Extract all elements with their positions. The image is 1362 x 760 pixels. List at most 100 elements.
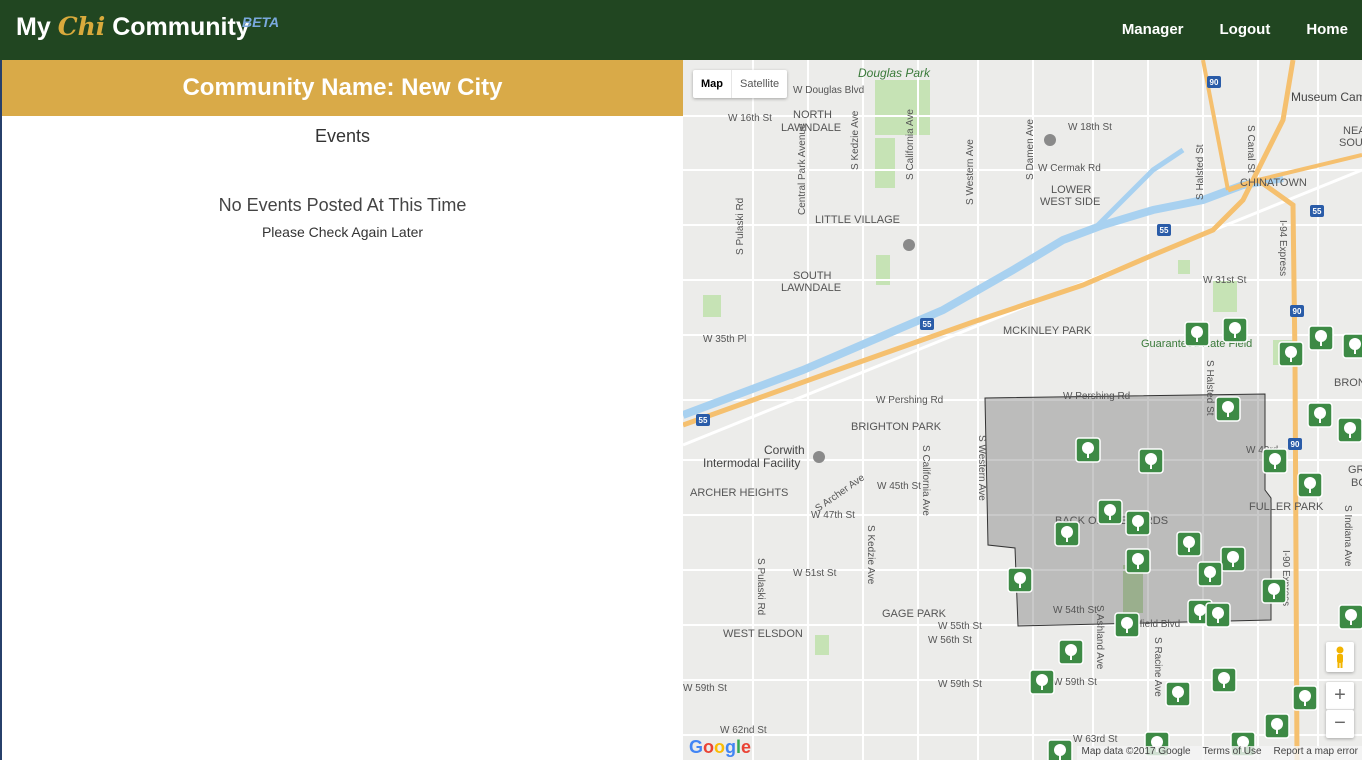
tree-marker-icon[interactable] (1264, 713, 1290, 739)
check-again-message: Please Check Again Later (261, 224, 424, 240)
nav-home[interactable]: Home (1306, 21, 1348, 38)
label-fuller-park: FULLER PARK (1249, 501, 1324, 513)
tree-marker-icon[interactable] (1308, 325, 1334, 351)
label-damen: S Damen Ave (1025, 119, 1036, 180)
label-pulaski: S Pulaski Rd (735, 198, 746, 255)
label-indiana: S Indiana Ave (1342, 505, 1353, 567)
museum-icon[interactable] (1044, 134, 1056, 146)
label-63rd: W 63rd St (1073, 734, 1118, 745)
label-west-side: WEST SIDE (1040, 196, 1100, 208)
tree-marker-icon[interactable] (1029, 669, 1055, 695)
tree-marker-icon[interactable] (1184, 321, 1210, 347)
label-gra: GRA (1348, 464, 1362, 476)
park-area (1178, 260, 1190, 274)
community-title: Community Name: New City (182, 74, 503, 101)
river (683, 174, 1284, 419)
tree-markers[interactable] (1007, 317, 1362, 760)
tree-marker-icon[interactable] (1262, 448, 1288, 474)
museum-icon[interactable] (903, 239, 915, 251)
tree-marker-icon[interactable] (1047, 739, 1073, 760)
label-i94-express: I-94 Express (1277, 220, 1288, 276)
label-south-east: SOUTH (1339, 137, 1362, 149)
zoom-out-button[interactable]: − (1326, 710, 1354, 738)
tree-marker-icon[interactable] (1222, 317, 1248, 343)
tree-marker-icon[interactable] (1205, 602, 1231, 628)
i55-expressway (683, 60, 1296, 428)
label-bou: BOU (1351, 477, 1362, 489)
poi-icon[interactable] (813, 451, 825, 463)
tree-marker-icon[interactable] (1058, 639, 1084, 665)
label-pershing-e: W Pershing Rd (1063, 391, 1130, 402)
label-museum: Museum Camp (1291, 90, 1362, 104)
label-56th: W 56th St (928, 635, 972, 646)
tree-marker-icon[interactable] (1075, 437, 1101, 463)
label-south-lawndale: LAWNDALE (781, 282, 841, 294)
tree-marker-icon[interactable] (1125, 510, 1151, 536)
zoom-in-button[interactable]: + (1326, 682, 1354, 710)
label-south: SOUTH (793, 270, 832, 282)
tree-marker-icon[interactable] (1165, 681, 1191, 707)
tree-marker-icon[interactable] (1307, 402, 1333, 428)
label-47th: W 47th St (811, 510, 855, 521)
label-lower: LOWER (1051, 184, 1091, 196)
report-error-link[interactable]: Report a map error (1274, 746, 1358, 760)
tree-marker-icon[interactable] (1220, 546, 1246, 572)
nav-manager[interactable]: Manager (1122, 21, 1184, 38)
label-31st: W 31st St (1203, 275, 1247, 286)
shield-90-north: 90 (1207, 76, 1221, 88)
tree-marker-icon[interactable] (1176, 531, 1202, 557)
google-logo[interactable]: Google (689, 737, 751, 758)
label-central-park: Central Park Avenue (797, 123, 808, 215)
shield-55-b: 55 (1310, 205, 1324, 217)
svg-text:90: 90 (1291, 440, 1300, 449)
tree-marker-icon[interactable] (1097, 499, 1123, 525)
label-lawndale: LAWNDALE (781, 122, 841, 134)
tree-marker-icon[interactable] (1215, 396, 1241, 422)
tree-marker-icon[interactable] (1278, 341, 1304, 367)
label-california: S California Ave (905, 109, 916, 180)
tree-marker-icon[interactable] (1138, 448, 1164, 474)
shield-55-d: 55 (696, 414, 710, 426)
label-59th-w: W 59th St (683, 683, 727, 694)
terms-link[interactable]: Terms of Use (1203, 746, 1262, 760)
label-54th: W 54th St (1053, 605, 1097, 616)
label-59th-c: W 59th St (938, 679, 982, 690)
nav-logout[interactable]: Logout (1220, 21, 1271, 38)
svg-text:55: 55 (699, 416, 708, 425)
map-data-credit: Map data ©2017 Google (1081, 746, 1191, 757)
map-type-satellite-button[interactable]: Satellite (732, 70, 787, 98)
map-canvas[interactable]: Douglas Park W Douglas Blvd NORTH LAWNDA… (683, 60, 1362, 760)
tree-marker-icon[interactable] (1297, 472, 1323, 498)
label-intermodal: Intermodal Facility (703, 456, 800, 470)
tree-marker-icon[interactable] (1125, 548, 1151, 574)
label-kedzie: S Kedzie Ave (850, 110, 861, 170)
label-western-s: S Western Ave (976, 435, 987, 501)
tree-marker-icon[interactable] (1211, 667, 1237, 693)
tree-marker-icon[interactable] (1337, 417, 1362, 443)
label-north: NORTH (793, 109, 832, 121)
label-canal: S Canal St (1245, 125, 1256, 173)
tree-marker-icon[interactable] (1342, 333, 1362, 359)
map[interactable]: Douglas Park W Douglas Blvd NORTH LAWNDA… (683, 60, 1362, 760)
tree-marker-icon[interactable] (1054, 521, 1080, 547)
street-view-pegman-icon[interactable] (1326, 642, 1354, 672)
tree-marker-icon[interactable] (1197, 561, 1223, 587)
brand-logo[interactable]: My Chi Community BETA (16, 12, 279, 42)
tree-marker-icon[interactable] (1007, 567, 1033, 593)
label-west-elsdon: WEST ELSDON (723, 628, 803, 640)
label-51st: W 51st St (793, 568, 837, 579)
svg-text:55: 55 (1160, 226, 1169, 235)
svg-text:55: 55 (923, 320, 932, 329)
label-18th: W 18th St (1068, 122, 1112, 133)
shield-55-c: 55 (920, 318, 934, 330)
label-little-village: LITTLE VILLAGE (815, 214, 900, 226)
svg-text:90: 90 (1293, 307, 1302, 316)
map-type-map-button[interactable]: Map (693, 70, 732, 98)
tree-marker-icon[interactable] (1114, 612, 1140, 638)
label-douglas-blvd: W Douglas Blvd (793, 85, 864, 96)
label-douglas-park: Douglas Park (858, 66, 931, 80)
tree-marker-icon[interactable] (1261, 578, 1287, 604)
label-archer-ave: S Archer Ave (813, 472, 867, 514)
tree-marker-icon[interactable] (1338, 604, 1362, 630)
tree-marker-icon[interactable] (1292, 685, 1318, 711)
